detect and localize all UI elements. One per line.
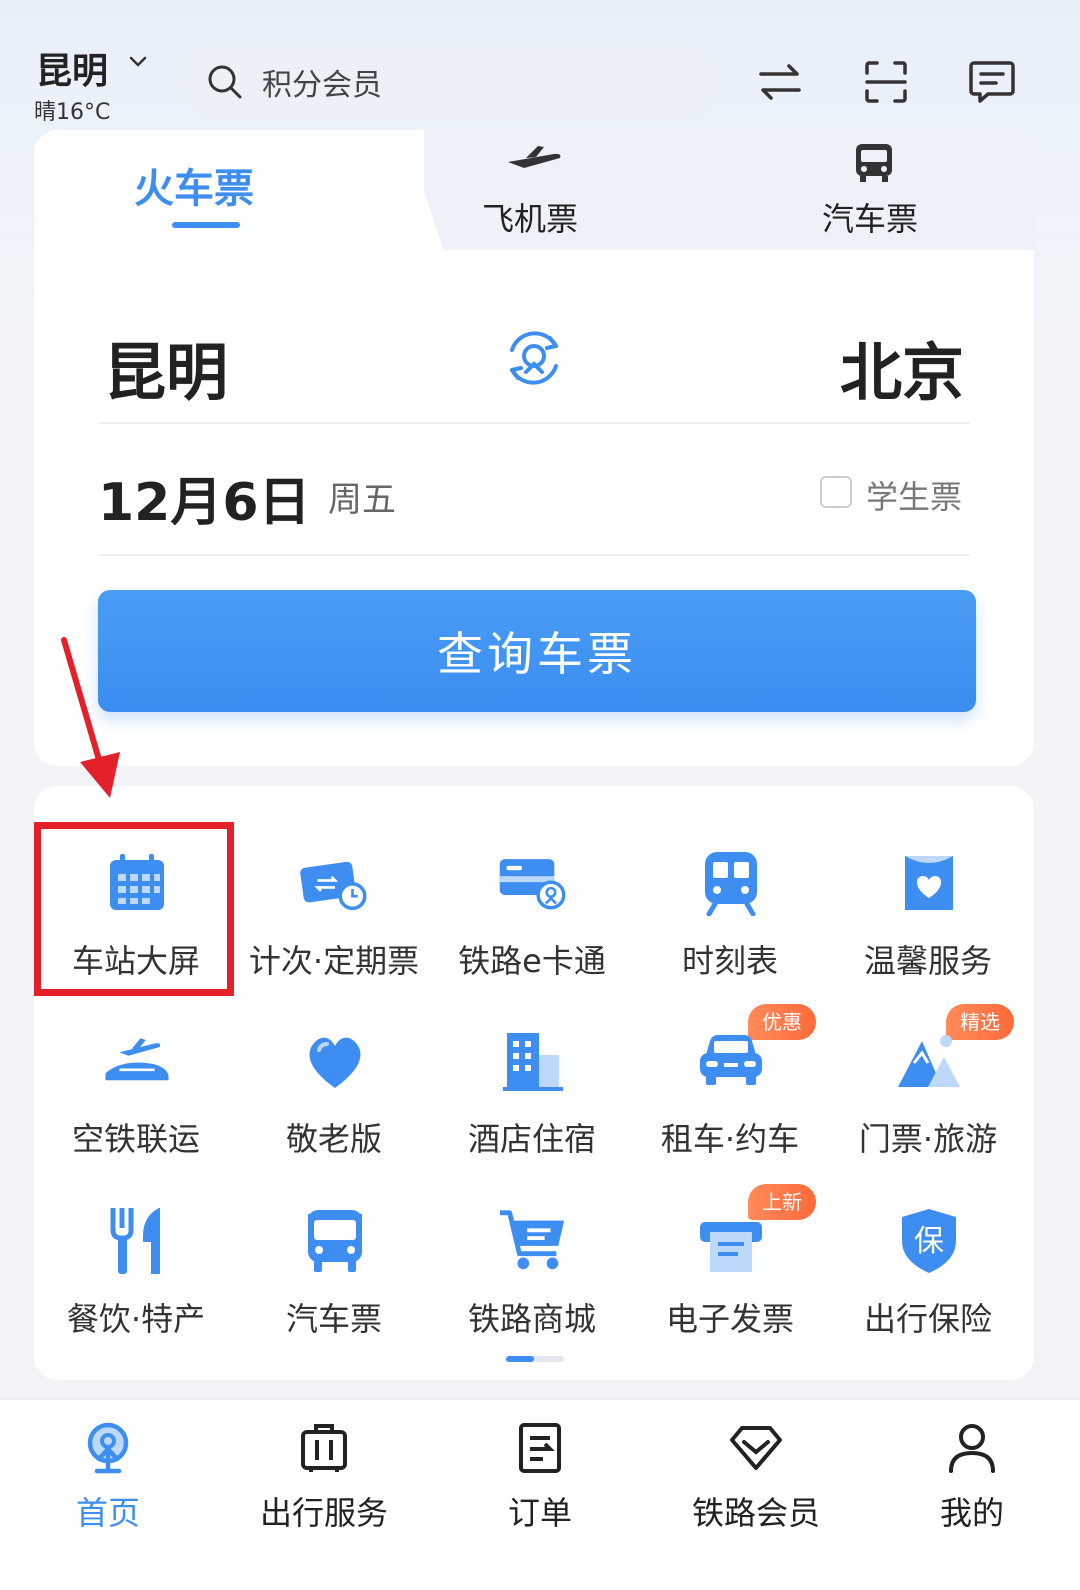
- query-tickets-label: 查询车票: [437, 627, 637, 681]
- message-icon[interactable]: [962, 52, 1022, 112]
- search-icon: [208, 65, 242, 99]
- weather-label: 晴16°C: [34, 100, 111, 125]
- student-ticket-checkbox[interactable]: [820, 476, 852, 508]
- service-season-ticket[interactable]: 计次·定期票: [234, 826, 434, 986]
- cart-icon: [498, 1206, 568, 1276]
- tab-plane-ticket[interactable]: 飞机票: [482, 194, 578, 240]
- service-e-invoice[interactable]: 上新 电子发票: [630, 1184, 830, 1344]
- tab-bus-ticket[interactable]: 汽车票: [822, 194, 918, 240]
- nav-rail-member[interactable]: 铁路会员: [648, 1400, 864, 1590]
- nav-travel-service[interactable]: 出行服务: [216, 1400, 432, 1590]
- car-icon: [696, 1026, 766, 1096]
- service-air-rail[interactable]: 空铁联运: [36, 1004, 236, 1164]
- service-tickets-travel[interactable]: 精选 门票·旅游: [828, 1004, 1028, 1164]
- service-care[interactable]: 温馨服务: [828, 826, 1028, 986]
- rail-card-icon: [498, 848, 568, 918]
- highlight-box: [34, 822, 234, 996]
- service-senior[interactable]: 敬老版: [234, 1004, 434, 1164]
- service-insurance[interactable]: 保 出行保险: [828, 1184, 1028, 1344]
- rail-logo-icon: [78, 1418, 138, 1478]
- service-hotel[interactable]: 酒店住宿: [432, 1004, 632, 1164]
- service-rail-ecard[interactable]: 铁路e卡通: [432, 826, 632, 986]
- service-label: 出行保险: [863, 1300, 992, 1338]
- service-label: 铁路e卡通: [458, 942, 606, 980]
- city-selector[interactable]: 昆明: [36, 42, 108, 94]
- nav-label: 我的: [939, 1494, 1004, 1532]
- service-label: 汽车票: [285, 1300, 382, 1338]
- student-ticket-label[interactable]: 学生票: [866, 472, 962, 518]
- service-bus[interactable]: 汽车票: [234, 1184, 434, 1344]
- service-mall[interactable]: 铁路商城: [432, 1184, 632, 1344]
- service-label: 敬老版: [285, 1120, 382, 1158]
- service-label: 酒店住宿: [467, 1120, 596, 1158]
- building-icon: [498, 1026, 568, 1096]
- travel-date[interactable]: 12月6日: [98, 460, 311, 535]
- service-label: 计次·定期票: [248, 942, 420, 980]
- chevron-down-icon[interactable]: [128, 52, 148, 72]
- service-food[interactable]: 餐饮·特产: [36, 1184, 236, 1344]
- divider: [98, 422, 970, 424]
- service-label: 铁路商城: [467, 1300, 596, 1338]
- divider: [98, 554, 970, 556]
- scan-icon[interactable]: [856, 52, 916, 112]
- service-label: 餐饮·特产: [66, 1300, 206, 1338]
- nav-label: 订单: [507, 1494, 572, 1532]
- service-label: 门票·旅游: [858, 1120, 998, 1158]
- plane-train-icon: [102, 1026, 172, 1096]
- nav-home[interactable]: 首页: [0, 1400, 216, 1590]
- service-timetable[interactable]: 时刻表: [630, 826, 830, 986]
- fork-knife-icon: [102, 1206, 172, 1276]
- shield-icon: 保: [894, 1206, 964, 1276]
- nav-label: 铁路会员: [691, 1494, 820, 1532]
- ticket-clock-icon: [300, 848, 370, 918]
- order-icon: [510, 1418, 570, 1478]
- service-label: 时刻表: [681, 942, 778, 980]
- nav-mine[interactable]: 我的: [864, 1400, 1080, 1590]
- from-station[interactable]: 昆明: [104, 322, 228, 412]
- nav-orders[interactable]: 订单: [432, 1400, 648, 1590]
- user-icon: [942, 1418, 1002, 1478]
- query-tickets-button[interactable]: 查询车票: [98, 590, 976, 712]
- invoice-icon: [696, 1206, 766, 1276]
- luggage-icon: [294, 1418, 354, 1478]
- annotation-arrow-icon: [61, 637, 120, 798]
- service-label: 租车·约车: [660, 1120, 800, 1158]
- service-label: 电子发票: [665, 1300, 794, 1338]
- heart-icon: [300, 1026, 370, 1096]
- bus-icon: [300, 1206, 370, 1276]
- bus-icon: [856, 144, 892, 182]
- mountain-icon: [894, 1026, 964, 1096]
- to-station[interactable]: 北京: [840, 322, 964, 412]
- page-indicator: [506, 1356, 564, 1362]
- search-bar[interactable]: 积分会员: [182, 44, 717, 120]
- swap-stations-icon[interactable]: [498, 322, 570, 394]
- nav-label: 首页: [75, 1494, 140, 1532]
- ticket-search-card: 火车票 飞机票 汽车票 昆明 北京 12月6日 周五 学生票 查询车票: [34, 130, 1034, 766]
- search-input[interactable]: 积分会员: [262, 60, 382, 104]
- shield-text: 保: [914, 1224, 944, 1259]
- nav-label: 出行服务: [259, 1494, 388, 1532]
- tab-train-ticket[interactable]: 火车票: [134, 156, 254, 214]
- heart-box-icon: [894, 848, 964, 918]
- service-label: 温馨服务: [863, 942, 992, 980]
- bottom-nav: 首页 出行服务 订单 铁路会员 我的: [0, 1398, 1080, 1590]
- tab-active-indicator: [172, 222, 240, 228]
- diamond-icon: [726, 1418, 786, 1478]
- plane-icon: [508, 146, 561, 168]
- train-front-icon: [696, 848, 766, 918]
- service-label: 空铁联运: [71, 1120, 200, 1158]
- travel-weekday: 周五: [328, 480, 396, 520]
- service-car-rental[interactable]: 优惠 租车·约车: [630, 1004, 830, 1164]
- switch-icon[interactable]: [750, 52, 810, 112]
